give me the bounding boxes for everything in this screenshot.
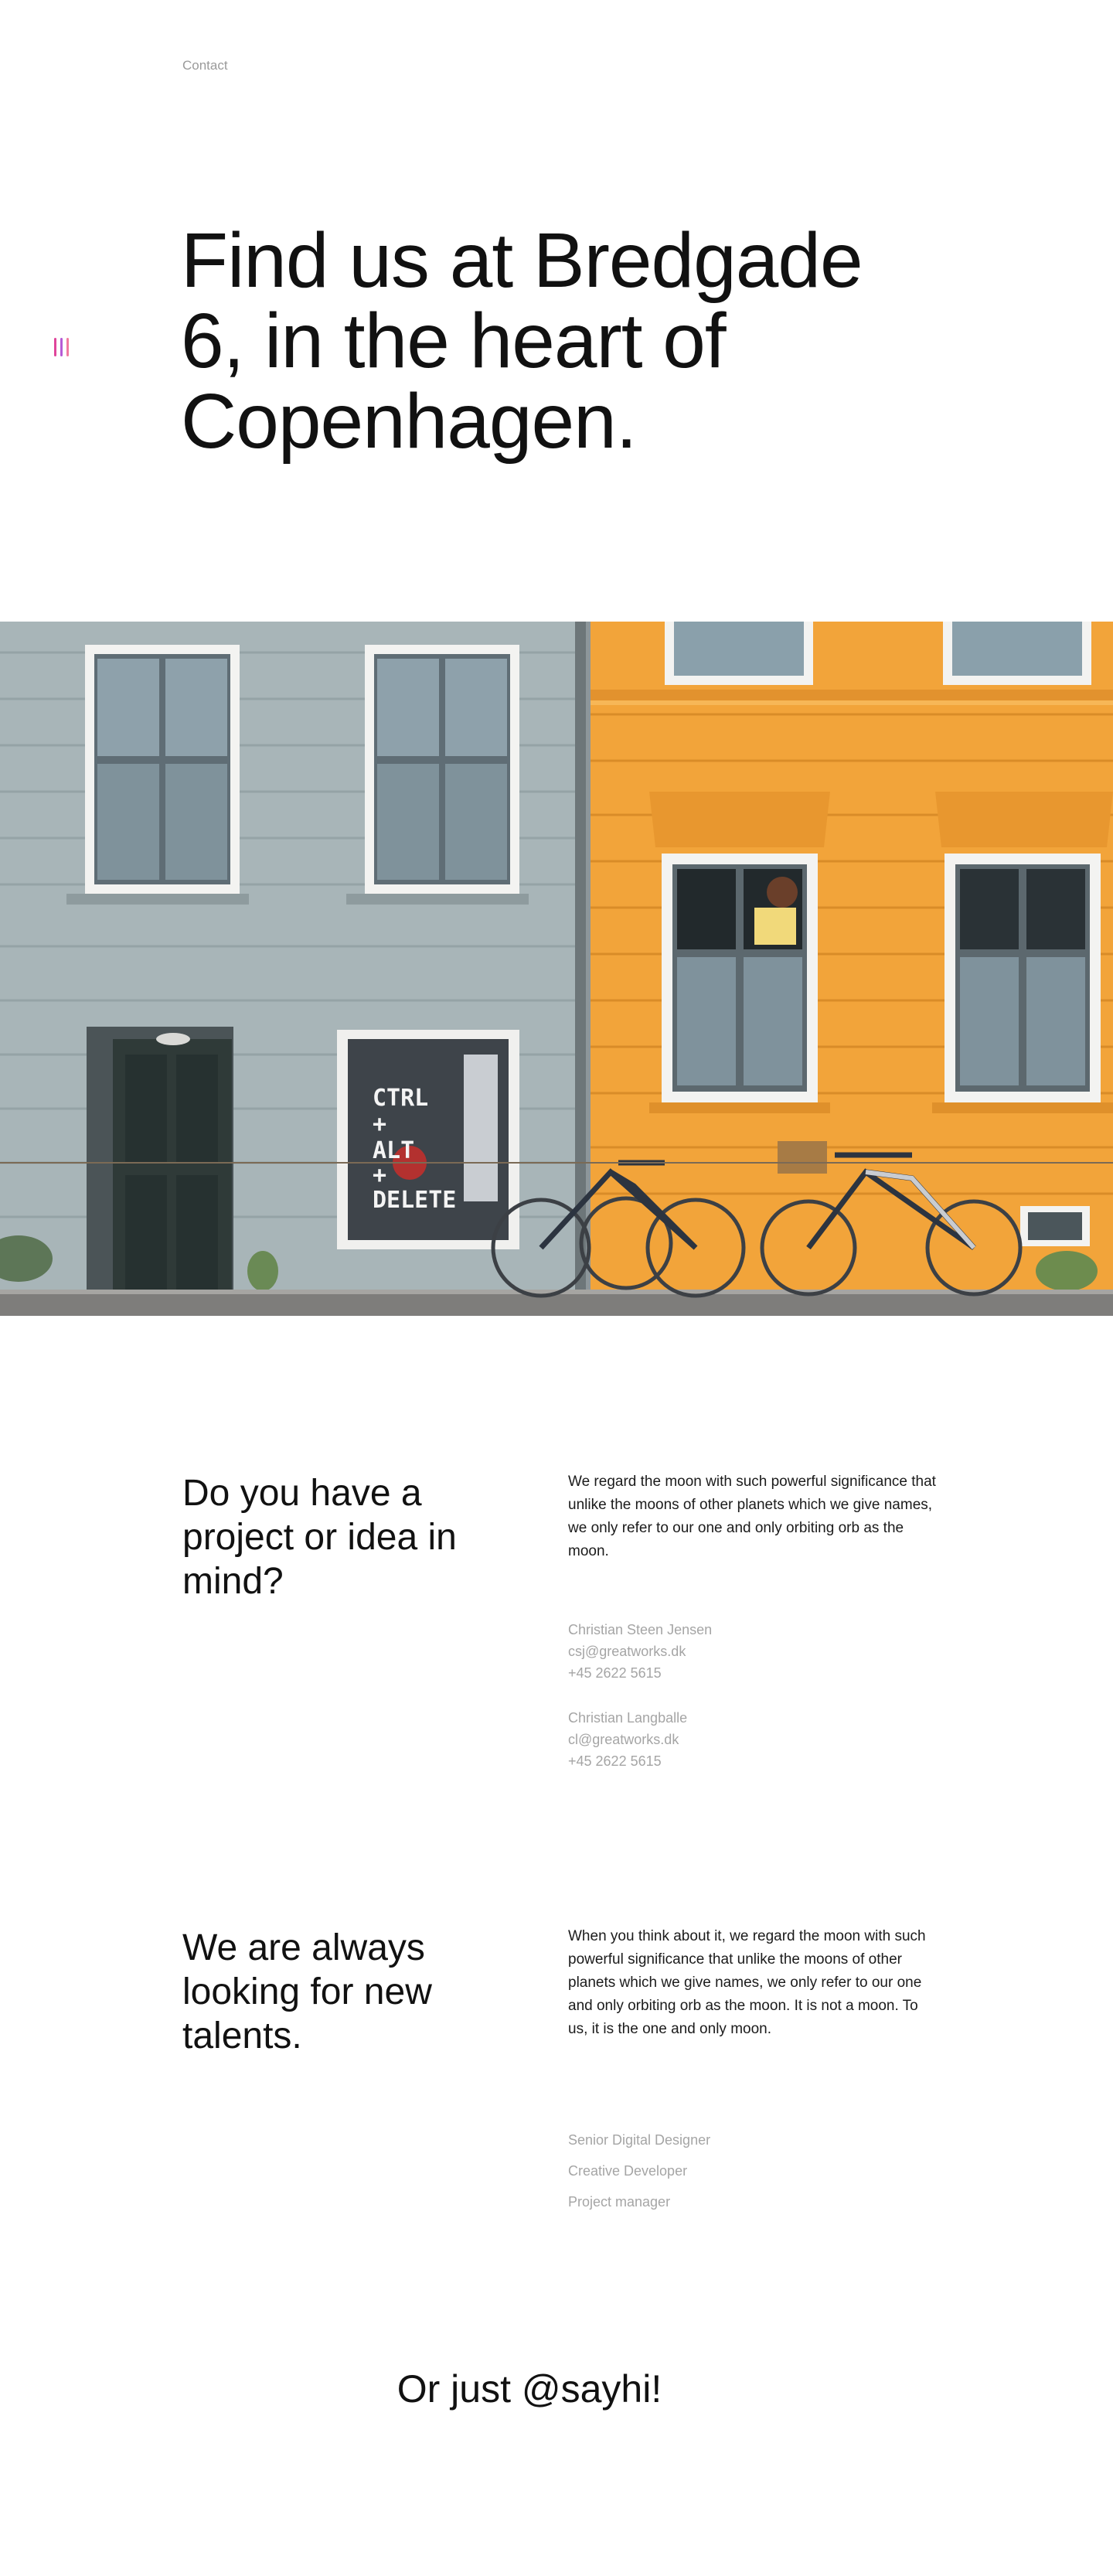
job-link[interactable]: Creative Developer [568, 2155, 877, 2186]
storefront-text-line: CTRL [373, 1085, 428, 1112]
storefront-text-line: DELETE [373, 1187, 456, 1214]
job-link[interactable]: Senior Digital Designer [568, 2125, 877, 2155]
project-heading: Do you have a project or idea in mind? [182, 1473, 457, 1602]
menu-icon-bar [60, 338, 63, 356]
contact-name: Christian Steen Jensen [568, 1622, 713, 1637]
menu-icon[interactable] [54, 338, 70, 356]
menu-icon-bar [54, 338, 56, 356]
storefront-text-line: + [373, 1111, 386, 1138]
job-list: Senior Digital Designer Creative Develop… [568, 2125, 877, 2217]
contact-phone-link[interactable]: +45 2622 5615 [568, 1662, 877, 1684]
contact-phone-link[interactable]: +45 2622 5615 [568, 1750, 877, 1772]
job-link[interactable]: Project manager [568, 2186, 877, 2217]
menu-icon-bar [66, 338, 69, 356]
careers-body: When you think about it, we regard the m… [568, 1928, 926, 2037]
contact-card: Christian Langballe cl@greatworks.dk +45… [568, 1707, 877, 1772]
street-photo-illustration: CTRL + ALT + DELETE [0, 622, 1113, 1316]
nav-contact-link[interactable]: Contact [182, 58, 228, 73]
contact-page: Contact Find us at Bredgade 6, in the he… [0, 0, 1113, 2576]
storefront-text-line: ALT [373, 1137, 414, 1164]
contact-email-link[interactable]: csj@greatworks.dk [568, 1641, 877, 1662]
hero-title: Find us at Bredgade 6, in the heart of C… [181, 217, 863, 465]
careers-heading: We are always looking for new talents. [182, 1927, 432, 2056]
contact-card: Christian Steen Jensen csj@greatworks.dk… [568, 1619, 877, 1684]
contact-name: Christian Langballe [568, 1710, 688, 1726]
contact-email-link[interactable]: cl@greatworks.dk [568, 1729, 877, 1750]
storefront-text-line: + [373, 1162, 386, 1189]
project-body: We regard the moon with such powerful si… [568, 1474, 936, 1559]
sayhi-link[interactable]: Or just @sayhi! [0, 2366, 1059, 2412]
street-photo: CTRL + ALT + DELETE [0, 622, 1113, 1316]
